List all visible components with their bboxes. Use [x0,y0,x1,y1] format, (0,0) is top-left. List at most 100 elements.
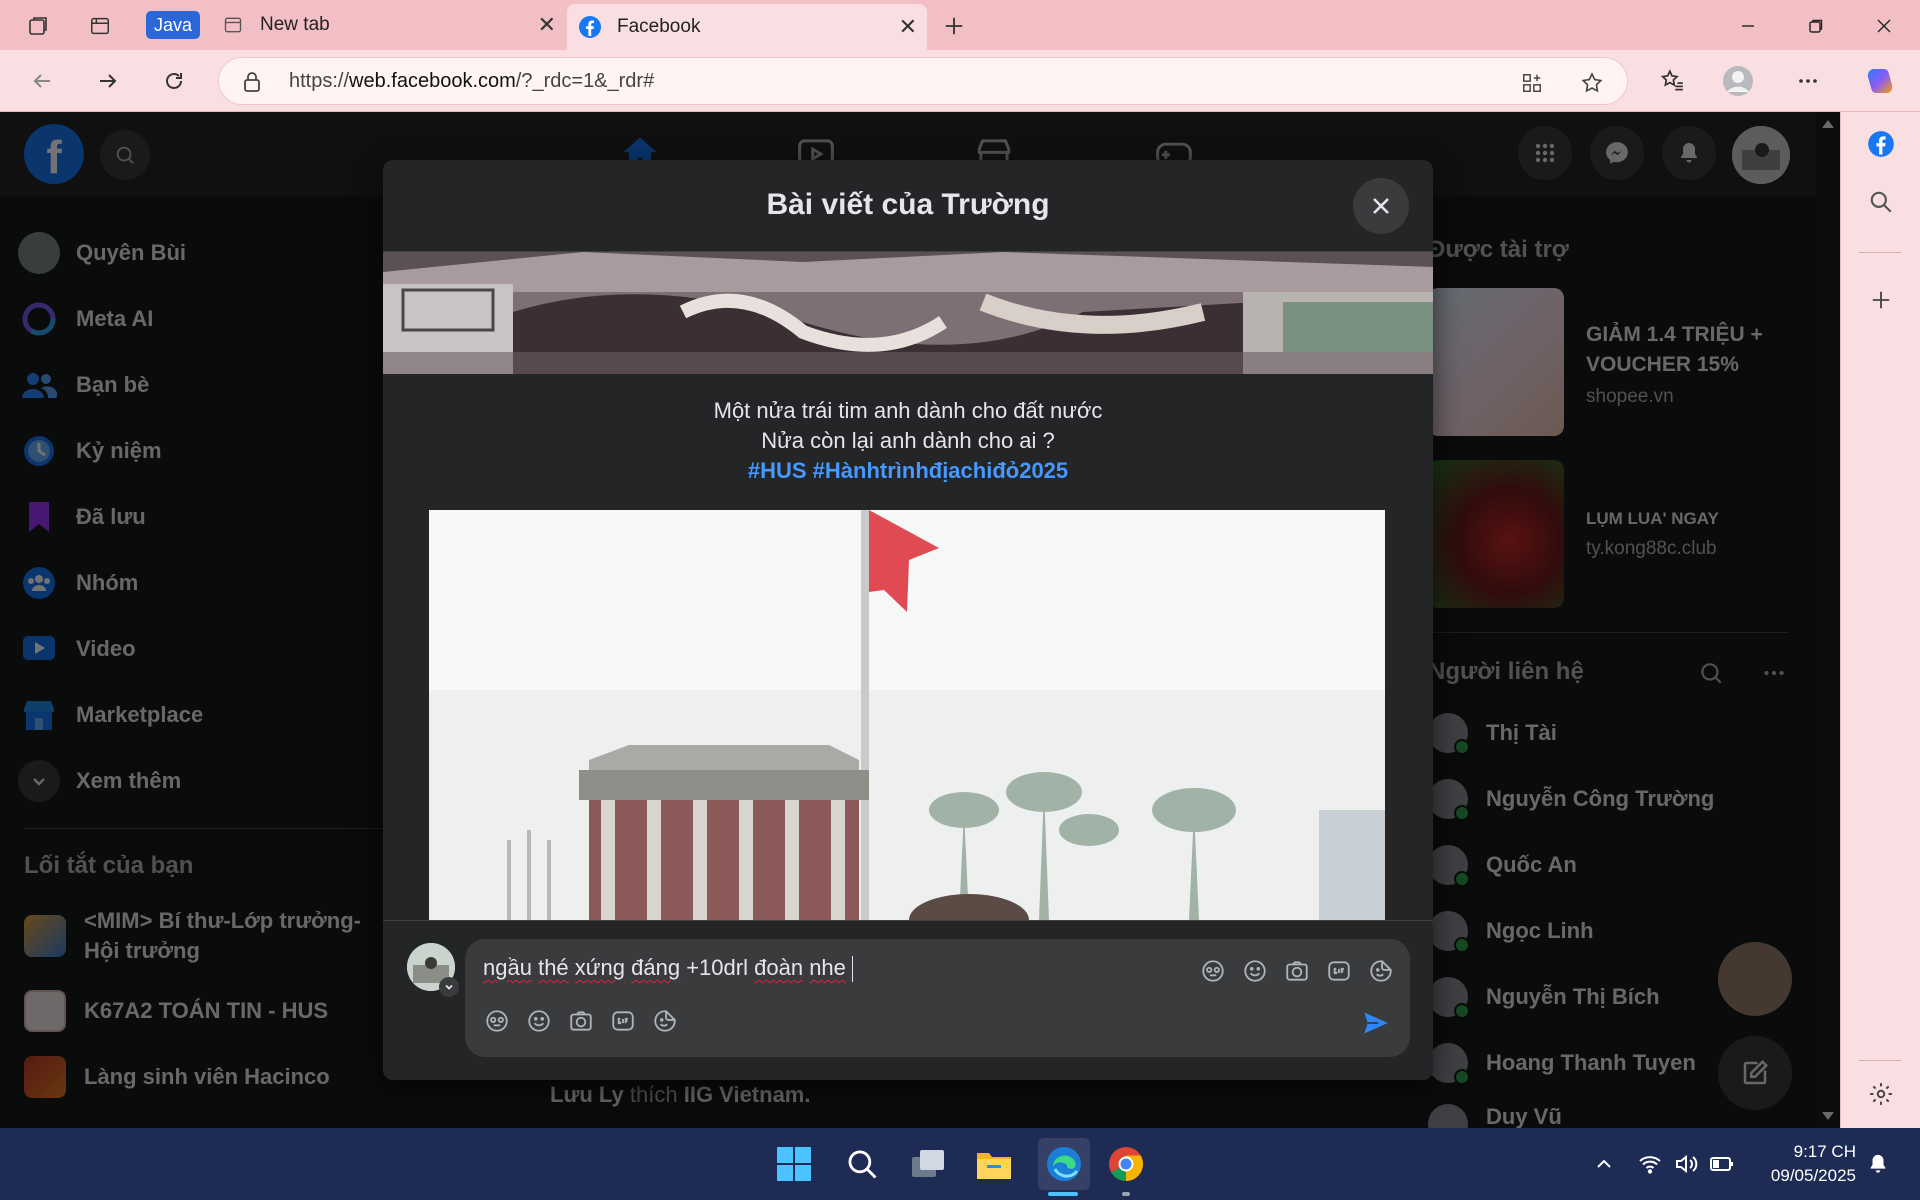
avatar [1428,977,1470,1019]
gif-icon[interactable] [609,1007,637,1035]
sidebar-item-video[interactable]: Video [18,616,378,682]
contact-item[interactable]: Hoang Thanh Tuyen [1428,1038,1696,1088]
hashtag-links[interactable]: #HUS #Hànhtrìnhđịachiđỏ2025 [383,456,1433,486]
shortcut-label: Làng sinh viên Hacinco [84,1064,330,1089]
tab-group-java[interactable]: Java [146,11,200,39]
favorites-icon[interactable] [1654,63,1690,99]
account-avatar[interactable] [1732,126,1790,184]
app-available-icon[interactable] [1517,68,1547,98]
profile-avatar-icon[interactable] [1720,63,1756,99]
forward-button[interactable] [90,63,126,99]
copilot-icon[interactable] [1862,63,1898,99]
volume-icon[interactable] [1668,1142,1704,1186]
workspaces-icon[interactable] [22,10,54,42]
sidebar-item-saved[interactable]: Đã lưu [18,484,378,550]
search-icon[interactable] [840,1142,884,1186]
camera-icon[interactable] [1283,957,1311,985]
comment-input[interactable]: ngầu thé xứng đáng +10drl đoàn nhe [465,939,1410,1057]
contact-name: Duy Vũ [1486,1104,1562,1128]
messenger-icon[interactable] [1590,126,1644,180]
sidebar-item-groups[interactable]: Nhóm [18,550,378,616]
add-icon[interactable] [1861,280,1901,320]
close-tab-icon[interactable]: ✕ [899,14,917,40]
sidebar-item-memories[interactable]: Kỷ niệm [18,418,378,484]
emoji-icon[interactable] [1241,957,1269,985]
search-icon[interactable] [100,130,150,180]
tab-facebook[interactable]: Facebook ✕ [567,4,927,50]
contact-item[interactable]: Quốc An [1428,840,1577,890]
shortcut-item[interactable]: Làng sinh viên Hacinco [24,1056,384,1098]
task-view-icon[interactable] [906,1142,950,1186]
sticker-icon[interactable] [1367,957,1395,985]
tab-label: New tab [260,14,330,35]
contacts-more-icon[interactable] [1760,660,1788,686]
start-windows-icon[interactable] [772,1142,816,1186]
emoji-icon[interactable] [525,1007,553,1035]
sponsored-title: Được tài trợ [1428,236,1569,263]
shortcut-item[interactable]: K67A2 TOÁN TIN - HUS [24,990,384,1032]
sticker-icon[interactable] [651,1007,679,1035]
url-field[interactable]: https://web.facebook.com/?_rdc=1&_rdr# [218,57,1628,105]
new-message-button[interactable] [1718,1036,1792,1110]
lock-icon[interactable] [243,71,261,93]
contact-item[interactable]: Duy Vũ [1428,1104,1562,1128]
chevron-down-icon [18,760,60,802]
gif-icon[interactable] [1325,957,1353,985]
more-menu-icon[interactable] [1790,63,1826,99]
send-icon[interactable] [1360,1007,1392,1039]
shortcut-item[interactable]: <MIM> Bí thư-Lớp trưởng-Hội trưởng [24,906,384,966]
refresh-button[interactable] [156,63,192,99]
contacts-search-icon[interactable] [1698,660,1724,686]
restore-button[interactable] [1788,6,1844,46]
contact-item[interactable]: Nguyễn Thị Bích [1428,972,1660,1022]
notifications-bell-icon[interactable] [1662,126,1716,180]
avatar-sticker-icon[interactable] [1199,957,1227,985]
notification-bell-icon[interactable] [1860,1142,1896,1186]
sidebar-item-label: Đã lưu [76,504,146,529]
wifi-icon[interactable] [1632,1142,1668,1186]
ad-card[interactable]: LỤM LUA' NGAY ty.kong88c.club [1428,460,1840,610]
contact-item[interactable]: Thị Tài [1428,708,1557,758]
chevron-up-icon[interactable] [1584,1142,1624,1186]
gear-icon[interactable] [1861,1074,1901,1114]
back-button[interactable] [24,63,60,99]
file-explorer-icon[interactable] [972,1142,1016,1186]
memories-icon [18,430,60,472]
system-clock[interactable]: 9:17 CH 09/05/2025 [1771,1140,1856,1188]
contact-item[interactable]: Ngọc Linh [1428,906,1594,956]
close-window-button[interactable] [1856,6,1912,46]
new-tab-button[interactable] [938,10,970,42]
chrome-icon[interactable] [1104,1142,1148,1186]
sidebar-item-profile[interactable]: Quyên Bùi [18,220,378,286]
sidebar-item-marketplace[interactable]: Marketplace [18,682,378,748]
close-icon[interactable] [1353,178,1409,234]
tab-actions-icon[interactable] [84,10,116,42]
sidebar-item-friends[interactable]: Bạn bè [18,352,378,418]
minimize-button[interactable] [1720,6,1776,46]
edge-browser-icon[interactable] [1038,1138,1090,1190]
contacts-title: Người liên hệ [1428,658,1584,685]
menu-grid-icon[interactable] [1518,126,1572,180]
post-photo[interactable] [429,510,1385,920]
favorite-star-icon[interactable] [1577,68,1607,98]
sidebar-item-meta-ai[interactable]: Meta AI [18,286,378,352]
tab-new-tab[interactable]: New tab ✕ [210,0,566,50]
ad-card[interactable]: GIẢM 1.4 TRIỆU + VOUCHER 15% shopee.vn [1428,288,1840,438]
sidebar-item-see-more[interactable]: Xem thêm [18,748,378,814]
chat-head-avatar[interactable] [1718,942,1792,1016]
facebook-logo-icon[interactable]: f [24,124,84,184]
page-scrollbar[interactable] [1816,112,1840,1128]
search-icon[interactable] [1861,182,1901,222]
contact-item[interactable]: Nguyễn Công Trường [1428,774,1714,824]
comment-text[interactable]: ngầu thé xứng đáng +10drl đoàn nhe [483,955,853,983]
avatar [1428,713,1470,755]
close-tab-icon[interactable]: ✕ [538,12,556,38]
sidebar-item-label: Xem thêm [76,768,182,793]
facebook-icon[interactable] [1861,124,1901,164]
facebook-icon [577,14,603,40]
camera-icon[interactable] [567,1007,595,1035]
chevron-down-icon[interactable] [439,977,459,997]
avatar-sticker-icon[interactable] [483,1007,511,1035]
post-banner-image [383,252,1433,374]
battery-icon[interactable] [1704,1142,1740,1186]
